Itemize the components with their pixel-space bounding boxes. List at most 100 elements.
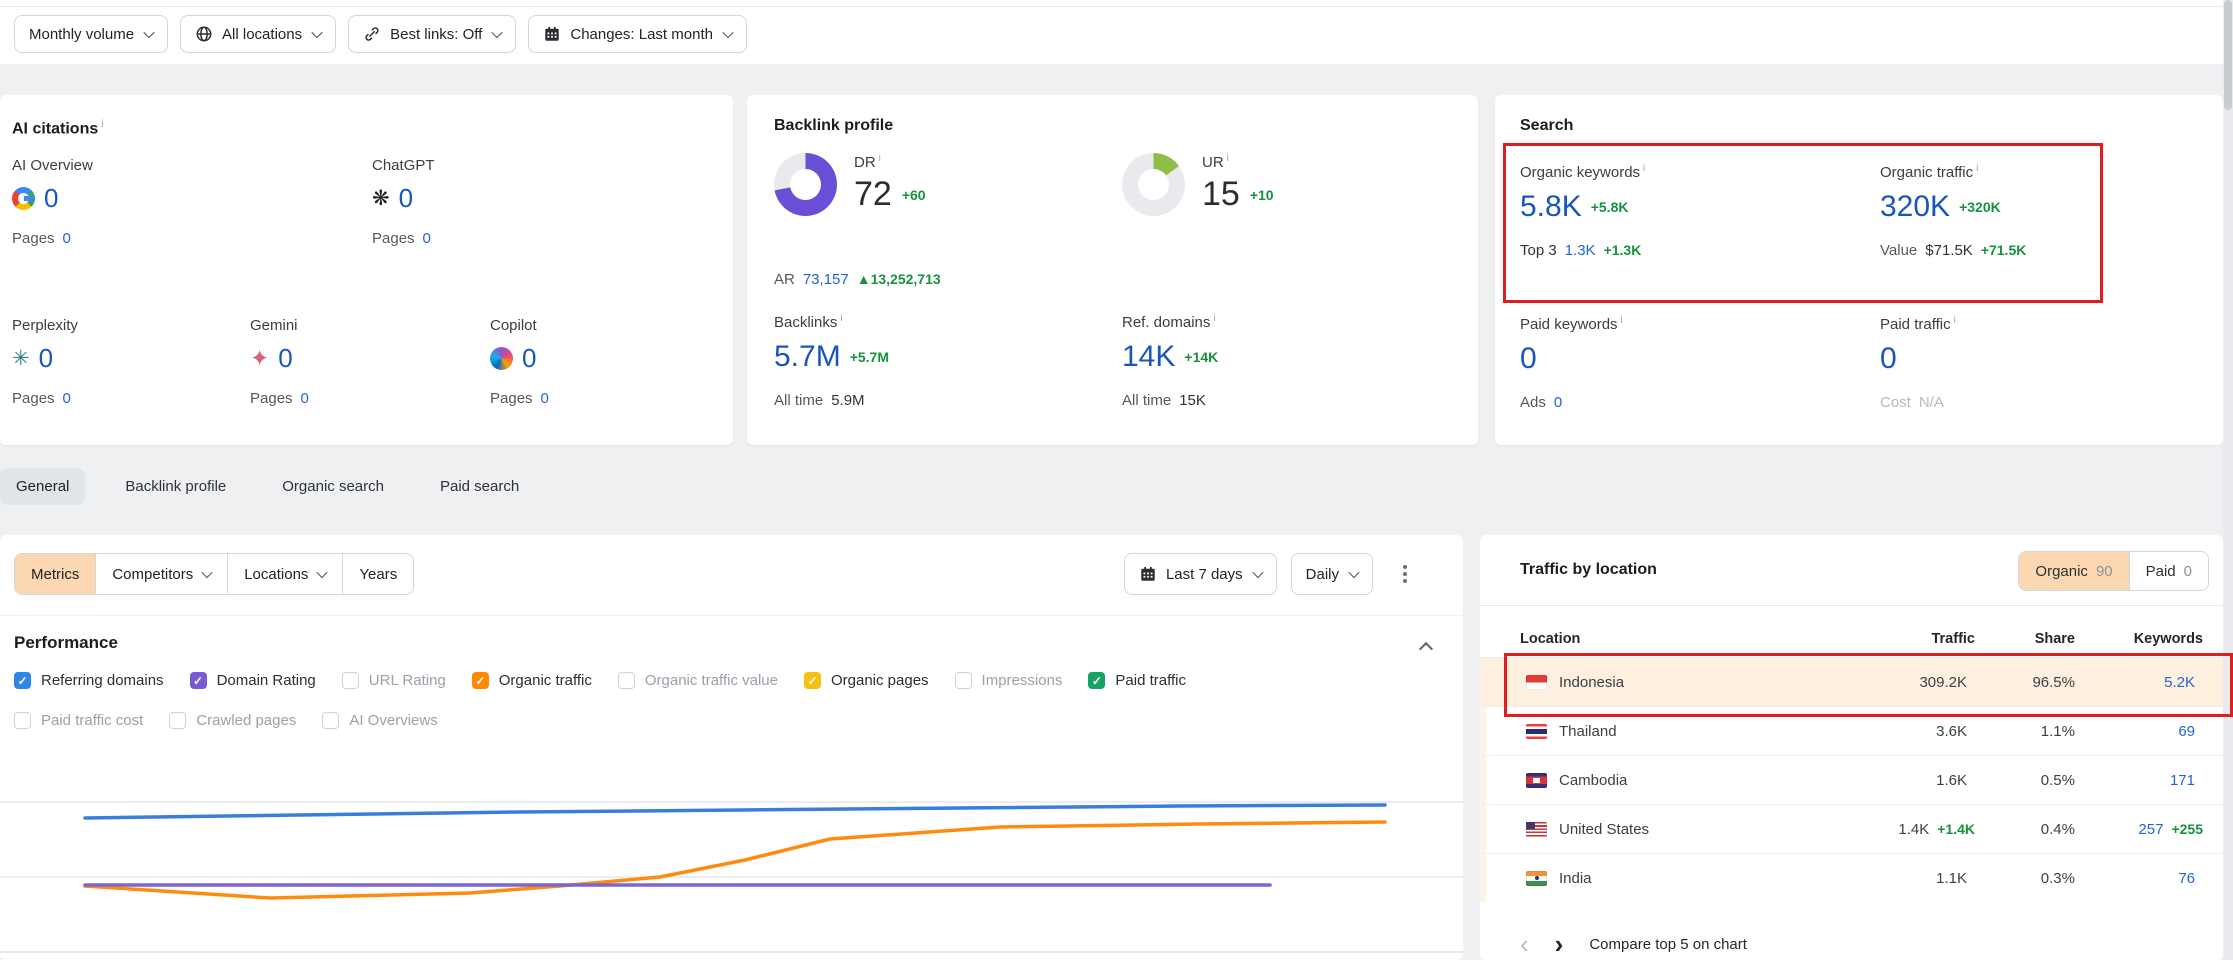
paid-traffic-metric: Paid traffici 0 CostN/A bbox=[1880, 315, 1956, 411]
checkbox-box[interactable] bbox=[618, 672, 635, 689]
segment-metrics[interactable]: Metrics bbox=[15, 554, 95, 594]
checkbox-box[interactable] bbox=[169, 712, 186, 729]
copilot-value[interactable]: 0 bbox=[522, 343, 536, 374]
checkbox-organic-pages[interactable]: ✓Organic pages bbox=[804, 672, 929, 689]
gemini-value[interactable]: 0 bbox=[278, 343, 292, 374]
collapse-performance-button[interactable] bbox=[1421, 641, 1431, 659]
ur-label: URi bbox=[1202, 153, 1274, 171]
checkbox-paid-traffic-cost[interactable]: Paid traffic cost bbox=[14, 712, 143, 729]
toggle-paid[interactable]: Paid0 bbox=[2129, 552, 2208, 590]
changes-dropdown[interactable]: Changes: Last month bbox=[528, 15, 747, 53]
info-icon[interactable]: i bbox=[1227, 153, 1229, 164]
pages-value[interactable]: 0 bbox=[301, 390, 309, 407]
checkbox-referring-domains[interactable]: ✓Referring domains bbox=[14, 672, 164, 689]
copilot-label: Copilot bbox=[490, 317, 549, 334]
table-row-cambodia[interactable]: Cambodia 1.6K 0.5% 171 bbox=[1480, 755, 2223, 804]
ar-value[interactable]: 73,157 bbox=[803, 271, 849, 288]
checkbox-domain-rating[interactable]: ✓Domain Rating bbox=[190, 672, 316, 689]
keywords-link[interactable]: 5.2K bbox=[2164, 674, 2195, 691]
checkbox-box[interactable] bbox=[14, 712, 31, 729]
tab-organic-search[interactable]: Organic search bbox=[266, 468, 400, 505]
checkbox-url-rating[interactable]: URL Rating bbox=[342, 672, 446, 689]
checkbox-box[interactable]: ✓ bbox=[804, 672, 821, 689]
pages-label: Pages bbox=[12, 230, 55, 247]
globe-icon bbox=[195, 25, 213, 43]
checkbox-box[interactable]: ✓ bbox=[472, 672, 489, 689]
table-row-united-states[interactable]: United States 1.4K+1.4K 0.4% 257+255 bbox=[1480, 804, 2223, 853]
info-icon[interactable]: i bbox=[101, 119, 103, 130]
tab-paid-search[interactable]: Paid search bbox=[424, 468, 535, 505]
backlinks-value[interactable]: 5.7M bbox=[774, 340, 841, 374]
checkbox-crawled-pages[interactable]: Crawled pages bbox=[169, 712, 296, 729]
info-icon[interactable]: i bbox=[879, 153, 881, 164]
info-icon[interactable]: i bbox=[840, 313, 842, 324]
checkbox-box[interactable]: ✓ bbox=[190, 672, 207, 689]
all-locations-dropdown[interactable]: All locations bbox=[180, 15, 336, 53]
backlink-profile-title: Backlink profile bbox=[774, 117, 893, 135]
granularity-dropdown[interactable]: Daily bbox=[1291, 553, 1373, 595]
organic-paid-toggle: Organic90 Paid0 bbox=[2018, 551, 2209, 591]
ai-overview-value[interactable]: 0 bbox=[44, 183, 58, 214]
checkbox-box[interactable] bbox=[342, 672, 359, 689]
pages-value[interactable]: 0 bbox=[63, 390, 71, 407]
paid-keywords-value[interactable]: 0 bbox=[1520, 342, 1537, 376]
table-row-thailand[interactable]: Thailand 3.6K 1.1% 69 bbox=[1480, 706, 2223, 755]
pages-value[interactable]: 0 bbox=[423, 230, 431, 247]
keywords-link[interactable]: 69 bbox=[2178, 723, 2195, 740]
ref-domains-value[interactable]: 14K bbox=[1122, 340, 1175, 374]
top-toolbar: Monthly volume All locations Best links:… bbox=[0, 0, 2223, 64]
date-range-dropdown[interactable]: Last 7 days bbox=[1124, 553, 1277, 595]
monthly-volume-dropdown[interactable]: Monthly volume bbox=[14, 15, 168, 53]
checkbox-organic-traffic[interactable]: ✓Organic traffic bbox=[472, 672, 592, 689]
scrollbar-thumb[interactable] bbox=[2224, 0, 2232, 110]
next-page-button[interactable]: › bbox=[1555, 931, 1564, 957]
checkbox-organic-traffic-value[interactable]: Organic traffic value bbox=[618, 672, 778, 689]
checkbox-box[interactable] bbox=[322, 712, 339, 729]
copilot-metric: Copilot 0 Pages0 bbox=[490, 317, 549, 407]
link-icon bbox=[363, 25, 381, 43]
top3-value[interactable]: 1.3K bbox=[1565, 242, 1596, 259]
checkbox-box[interactable] bbox=[955, 672, 972, 689]
info-icon[interactable]: i bbox=[1213, 313, 1215, 324]
ads-value[interactable]: 0 bbox=[1554, 394, 1562, 411]
more-options-button[interactable] bbox=[1387, 554, 1423, 594]
info-icon[interactable]: i bbox=[1976, 163, 1978, 174]
segment-years[interactable]: Years bbox=[342, 554, 413, 594]
checkbox-box[interactable]: ✓ bbox=[1088, 672, 1105, 689]
keywords-link[interactable]: 171 bbox=[2170, 772, 2195, 789]
info-icon[interactable]: i bbox=[1954, 315, 1956, 326]
keywords-link[interactable]: 257 bbox=[2138, 821, 2163, 838]
domain-rating-widget: DRi 72+60 bbox=[774, 153, 926, 216]
chevron-up-icon bbox=[1419, 642, 1433, 656]
table-row-india[interactable]: India 1.1K 0.3% 76 bbox=[1480, 853, 2223, 902]
segment-locations[interactable]: Locations bbox=[227, 554, 342, 594]
organic-traffic-value[interactable]: 320K bbox=[1880, 190, 1950, 224]
checkbox-paid-traffic[interactable]: ✓Paid traffic bbox=[1088, 672, 1186, 689]
cost-value: N/A bbox=[1919, 394, 1944, 411]
tab-backlink-profile[interactable]: Backlink profile bbox=[109, 468, 242, 505]
best-links-dropdown[interactable]: Best links: Off bbox=[348, 15, 516, 53]
organic-keywords-value[interactable]: 5.8K bbox=[1520, 190, 1582, 224]
info-icon[interactable]: i bbox=[1643, 163, 1645, 174]
up-arrow-icon: ▲ bbox=[857, 271, 871, 287]
paid-traffic-value[interactable]: 0 bbox=[1880, 342, 1897, 376]
checkbox-box[interactable]: ✓ bbox=[14, 672, 31, 689]
keywords-link[interactable]: 76 bbox=[2178, 870, 2195, 887]
previous-page-button[interactable]: ‹ bbox=[1520, 931, 1529, 957]
table-row-indonesia[interactable]: Indonesia 309.2K 96.5% 5.2K bbox=[1480, 657, 2223, 706]
overview-main-panel: Metrics Competitors Locations Years Last… bbox=[0, 535, 1463, 960]
chatgpt-value[interactable]: 0 bbox=[399, 183, 413, 214]
checkbox-ai-overviews[interactable]: AI Overviews bbox=[322, 712, 437, 729]
performance-title: Performance bbox=[14, 633, 118, 653]
tab-general[interactable]: General bbox=[0, 468, 85, 505]
segment-competitors[interactable]: Competitors bbox=[95, 554, 227, 594]
perplexity-value[interactable]: 0 bbox=[39, 343, 53, 374]
toggle-organic[interactable]: Organic90 bbox=[2019, 552, 2128, 590]
pages-value[interactable]: 0 bbox=[63, 230, 71, 247]
compare-top5-link[interactable]: Compare top 5 on chart bbox=[1589, 936, 1747, 953]
monthly-volume-label: Monthly volume bbox=[29, 26, 134, 43]
checkbox-impressions[interactable]: Impressions bbox=[955, 672, 1063, 689]
page-scrollbar[interactable] bbox=[2223, 0, 2233, 960]
pages-value[interactable]: 0 bbox=[541, 390, 549, 407]
info-icon[interactable]: i bbox=[1621, 315, 1623, 326]
